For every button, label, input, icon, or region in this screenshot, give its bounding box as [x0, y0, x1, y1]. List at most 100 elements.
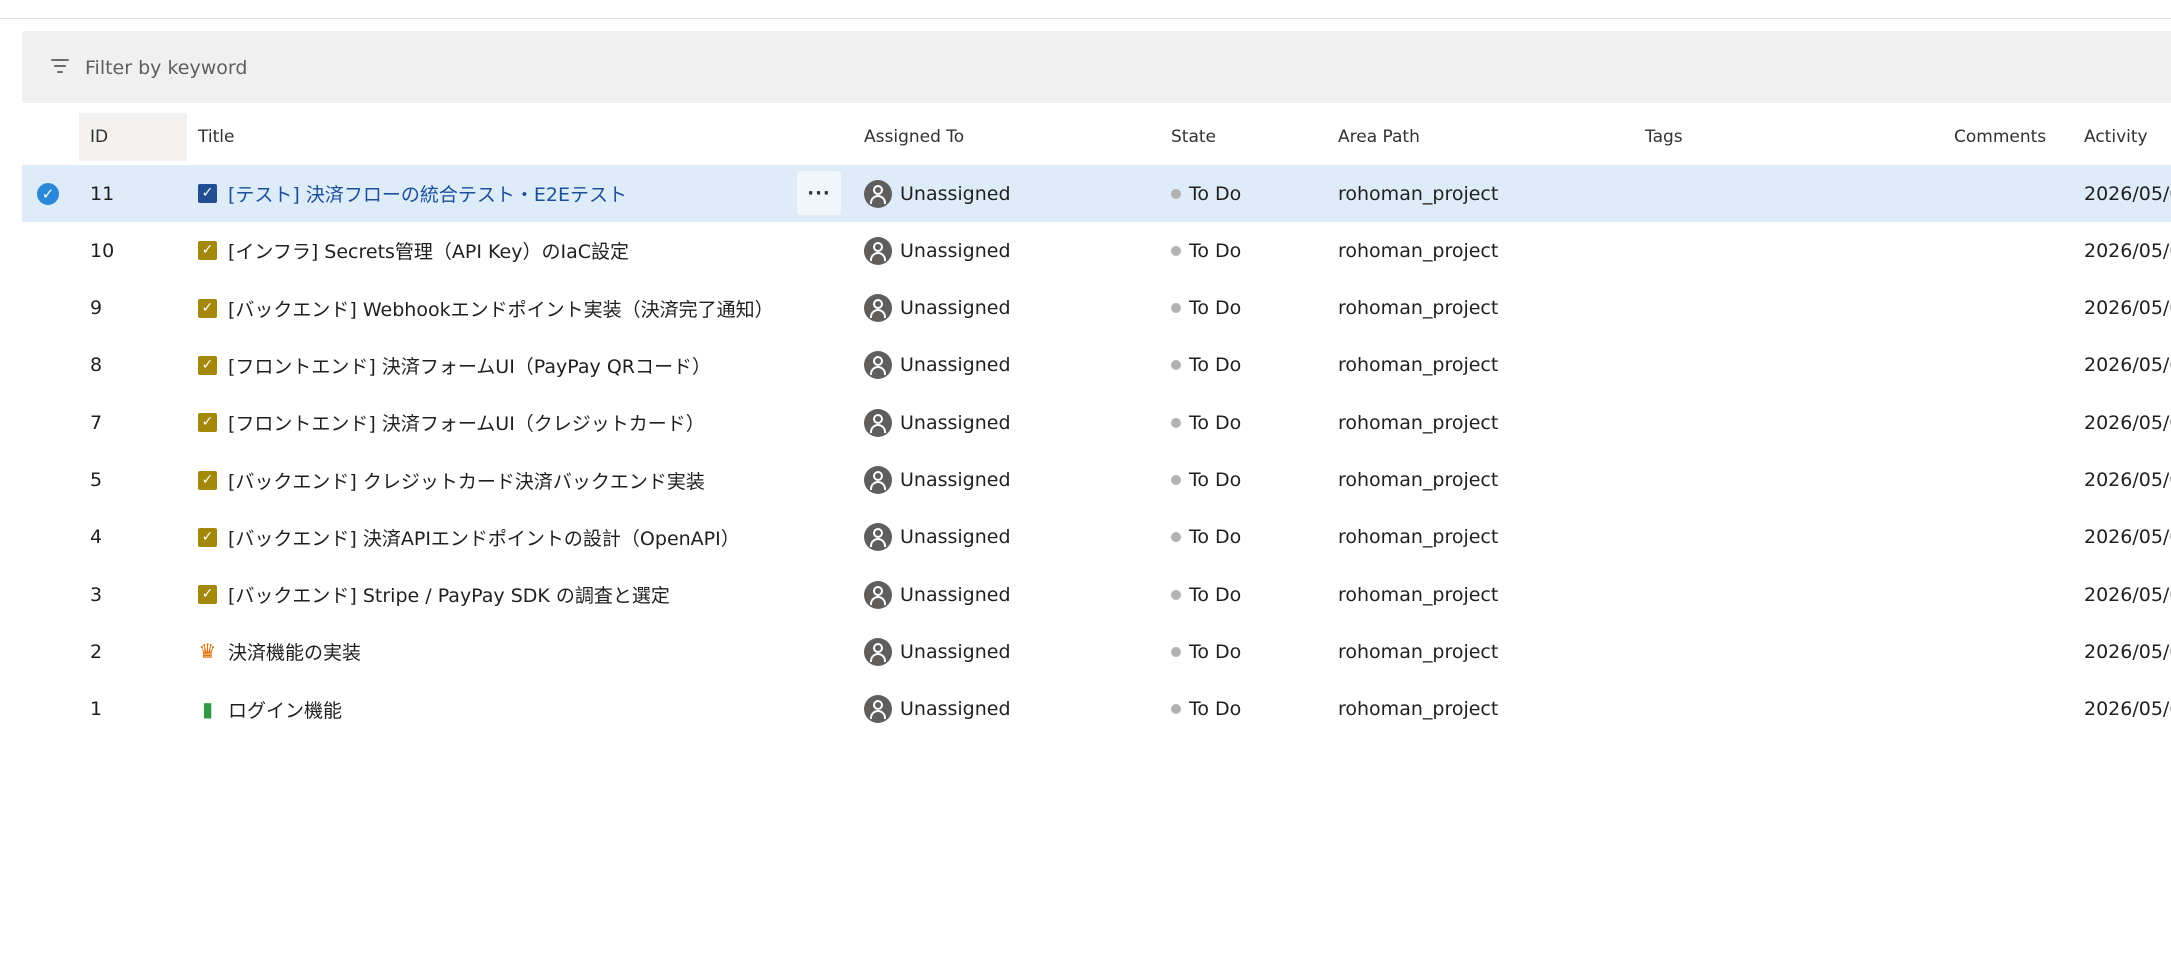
unassigned-avatar-icon — [864, 236, 892, 265]
row-assigned-to[interactable]: Unassigned — [864, 337, 1011, 394]
state-label: To Do — [1189, 239, 1242, 262]
row-activity-date: 2026/05/0 — [2084, 239, 2171, 262]
state-label: To Do — [1189, 526, 1242, 549]
row-assigned-to[interactable]: Unassigned — [864, 566, 1011, 623]
row-title[interactable]: ✓ [インフラ] Secrets管理（API Key）のIaC設定 — [198, 222, 629, 279]
row-activity-date: 2026/05/0 — [2084, 469, 2171, 491]
state-dot-icon — [1171, 303, 1181, 314]
table-row[interactable]: 1 ▮ ログイン機能 Unassigned To Do rohoman_project 20… — [22, 681, 2171, 738]
table-row[interactable]: 10 ✓ [インフラ] Secrets管理（API Key）のIaC設定 Unassi… — [22, 222, 2171, 279]
state-label: To Do — [1189, 583, 1242, 606]
state-dot-icon — [1171, 532, 1181, 543]
row-assigned-to[interactable]: Unassigned — [864, 280, 1011, 337]
row-activity-date: 2026/05/0 — [2084, 698, 2171, 721]
row-state[interactable]: To Do — [1171, 509, 1241, 566]
row-area-path: rohoman_project — [1338, 469, 1499, 491]
unassigned-avatar-icon — [864, 179, 892, 208]
task-checkbox-icon: ✓ — [198, 585, 217, 605]
column-header-assigned-to[interactable]: Assigned To — [864, 113, 964, 161]
state-dot-icon — [1171, 704, 1181, 715]
row-title-link[interactable]: ログイン機能 — [228, 696, 342, 723]
row-assigned-to[interactable]: Unassigned — [864, 222, 1011, 279]
state-dot-icon — [1171, 417, 1181, 428]
row-state[interactable]: To Do — [1171, 623, 1241, 680]
state-label: To Do — [1189, 354, 1242, 377]
row-state[interactable]: To Do — [1171, 681, 1241, 738]
row-title-link[interactable]: [バックエンド] Webhookエンドポイント実装（決済完了通知） — [228, 295, 774, 322]
assigned-label: Unassigned — [900, 640, 1011, 663]
row-title-link[interactable]: [フロントエンド] 決済フォームUI（クレジットカード） — [228, 409, 705, 436]
row-assigned-to[interactable]: Unassigned — [864, 394, 1011, 451]
column-header-title[interactable]: Title — [198, 113, 234, 161]
row-selected-check-icon[interactable]: ✓ — [37, 183, 59, 205]
table-row[interactable]: 8 ✓ [フロントエンド] 決済フォームUI（PayPay QRコード） Unassi… — [22, 337, 2171, 394]
row-assigned-to[interactable]: Unassigned — [864, 681, 1011, 738]
table-row[interactable]: 2 ♛ 決済機能の実装 Unassigned To Do rohoman_project 2… — [22, 623, 2171, 680]
row-title[interactable]: ♛ 決済機能の実装 — [198, 623, 361, 680]
row-title[interactable]: ✓ [バックエンド] 決済APIエンドポイントの設計（OpenAPI） — [198, 509, 740, 566]
column-header-area-path[interactable]: Area Path — [1338, 113, 1420, 161]
assigned-label: Unassigned — [900, 526, 1011, 549]
row-title-link[interactable]: [インフラ] Secrets管理（API Key）のIaC設定 — [228, 237, 629, 264]
row-title[interactable]: ▮ ログイン機能 — [198, 681, 342, 738]
column-header-id[interactable]: ID — [79, 113, 187, 161]
row-assigned-to[interactable]: Unassigned — [864, 509, 1011, 566]
row-state[interactable]: To Do — [1171, 222, 1241, 279]
column-header-activity-date[interactable]: Activity Dat — [2084, 113, 2171, 195]
table-row[interactable]: 9 ✓ [バックエンド] Webhookエンドポイント実装（決済完了通知） Unass… — [22, 280, 2171, 337]
filter-bar — [22, 31, 2171, 103]
table-row[interactable]: 3 ✓ [バックエンド] Stripe / PayPay SDK の調査と選定 Una… — [22, 566, 2171, 623]
assigned-label: Unassigned — [900, 411, 1011, 434]
state-dot-icon — [1171, 360, 1181, 371]
table-row[interactable]: 5 ✓ [バックエンド] クレジットカード決済バックエンド実装 Unassigned T… — [22, 452, 2171, 509]
row-area-path: rohoman_project — [1338, 354, 1499, 377]
row-title-link[interactable]: [フロントエンド] 決済フォームUI（PayPay QRコード） — [228, 352, 711, 379]
row-title[interactable]: ✓ [テスト] 決済フローの統合テスト・E2Eテスト — [198, 165, 627, 222]
row-activity-date: 2026/05/0 — [2084, 411, 2171, 434]
row-assigned-to[interactable]: Unassigned — [864, 165, 1011, 222]
row-activity-date: 2026/05/0 — [2084, 640, 2171, 663]
row-assigned-to[interactable]: Unassigned — [864, 452, 1011, 509]
column-header-comments[interactable]: Comments — [1954, 113, 2046, 161]
row-title-link[interactable]: [バックエンド] クレジットカード決済バックエンド実装 — [228, 467, 705, 494]
row-area-path: rohoman_project — [1338, 297, 1499, 320]
column-header-tags[interactable]: Tags — [1645, 113, 1683, 161]
row-title[interactable]: ✓ [バックエンド] Stripe / PayPay SDK の調査と選定 — [198, 566, 670, 623]
row-activity-date: 2026/05/0 — [2084, 297, 2171, 320]
filter-keyword-input[interactable] — [83, 51, 1287, 85]
task-checkbox-icon: ✓ — [198, 184, 217, 203]
row-title-link[interactable]: [バックエンド] Stripe / PayPay SDK の調査と選定 — [228, 581, 670, 608]
column-header-state[interactable]: State — [1171, 113, 1216, 161]
row-area-path: rohoman_project — [1338, 182, 1499, 205]
row-area-path: rohoman_project — [1338, 239, 1499, 262]
row-state[interactable]: To Do — [1171, 337, 1241, 394]
row-title[interactable]: ✓ [バックエンド] Webhookエンドポイント実装（決済完了通知） — [198, 280, 774, 337]
table-row[interactable]: 7 ✓ [フロントエンド] 決済フォームUI（クレジットカード） Unassigned… — [22, 394, 2171, 451]
row-state[interactable]: To Do — [1171, 394, 1241, 451]
row-state[interactable]: To Do — [1171, 165, 1241, 222]
table-row[interactable]: 4 ✓ [バックエンド] 決済APIエンドポイントの設計（OpenAPI） Unass… — [22, 509, 2171, 566]
row-area-path: rohoman_project — [1338, 526, 1499, 549]
row-state[interactable]: To Do — [1171, 280, 1241, 337]
row-state[interactable]: To Do — [1171, 566, 1241, 623]
row-area-path: rohoman_project — [1338, 698, 1499, 721]
row-id: 7 — [90, 411, 103, 434]
top-divider — [0, 18, 2171, 19]
row-title-link[interactable]: 決済機能の実装 — [228, 638, 361, 665]
unassigned-avatar-icon — [864, 408, 892, 437]
state-dot-icon — [1171, 188, 1181, 199]
row-title[interactable]: ✓ [バックエンド] クレジットカード決済バックエンド実装 — [198, 452, 705, 509]
row-title-link[interactable]: [バックエンド] 決済APIエンドポイントの設計（OpenAPI） — [228, 524, 740, 551]
row-activity-date: 2026/05/0 — [2084, 182, 2171, 205]
table-row[interactable]: ✓ 11 ✓ [テスト] 決済フローの統合テスト・E2Eテスト ··· Unassigne… — [22, 165, 2171, 222]
row-id: 4 — [90, 526, 103, 549]
state-label: To Do — [1189, 469, 1242, 491]
more-options-icon[interactable]: ··· — [797, 171, 841, 215]
row-state[interactable]: To Do — [1171, 452, 1241, 509]
row-title-link[interactable]: [テスト] 決済フローの統合テスト・E2Eテスト — [228, 180, 627, 207]
row-area-path: rohoman_project — [1338, 411, 1499, 434]
row-assigned-to[interactable]: Unassigned — [864, 623, 1011, 680]
row-title[interactable]: ✓ [フロントエンド] 決済フォームUI（クレジットカード） — [198, 394, 705, 451]
assigned-label: Unassigned — [900, 182, 1011, 205]
row-title[interactable]: ✓ [フロントエンド] 決済フォームUI（PayPay QRコード） — [198, 337, 711, 394]
